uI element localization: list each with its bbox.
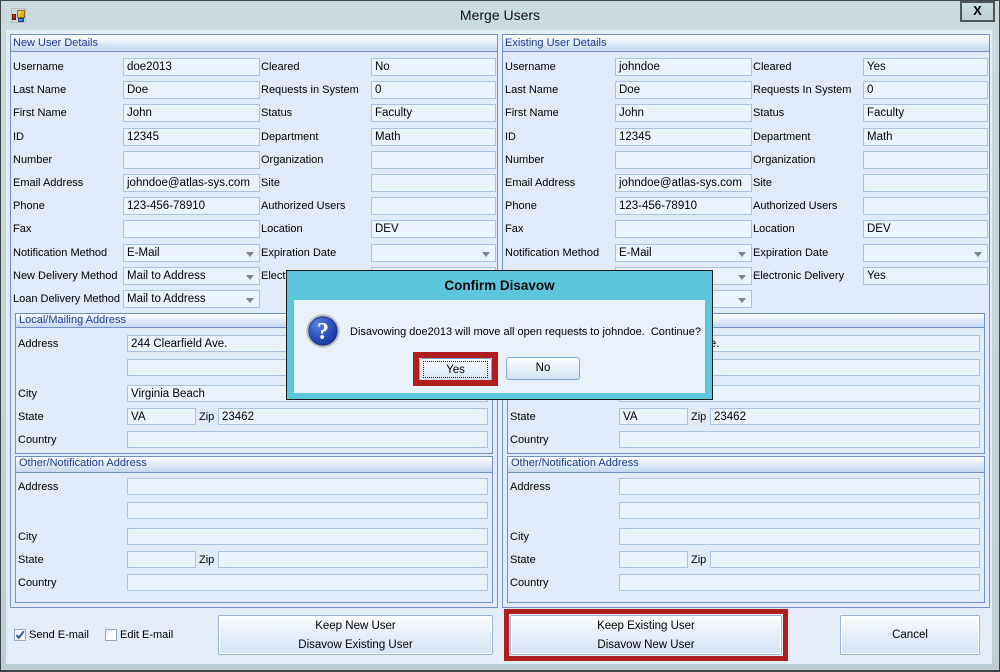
svg-text:?: ?	[317, 319, 329, 345]
